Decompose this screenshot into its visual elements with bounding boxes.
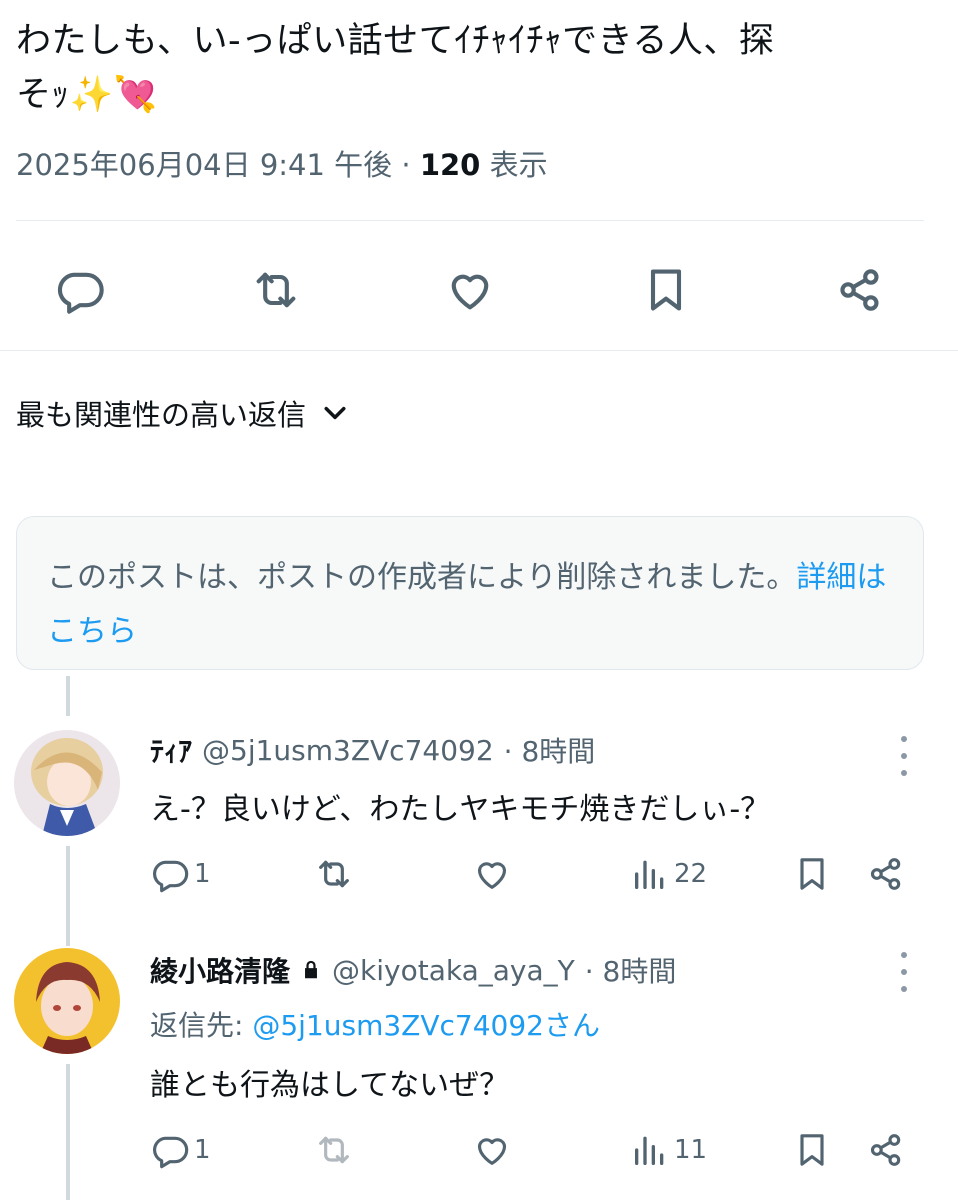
like-button[interactable] — [442, 262, 498, 318]
display-name[interactable]: 綾小路清隆 — [150, 950, 290, 990]
share-icon — [870, 858, 901, 890]
post-date[interactable]: 2025年06月04日 9:41 午後 — [16, 148, 392, 182]
share-button[interactable] — [866, 854, 906, 894]
bookmark-button[interactable] — [792, 1130, 832, 1170]
post-text: わたしも、い-っぱい話せてｲﾁｬｲﾁｬできる人、探 そｯ✨💘 — [16, 14, 936, 122]
views-count: 22 — [674, 859, 708, 889]
more-dot — [901, 952, 907, 958]
repost-icon — [319, 1136, 349, 1164]
thread-line — [66, 676, 70, 716]
more-options-button[interactable] — [894, 952, 914, 992]
heart-icon — [451, 274, 489, 310]
views-label: 表示 — [489, 148, 548, 182]
reply-icon — [57, 272, 104, 314]
repost-button[interactable] — [314, 854, 354, 894]
deleted-post-text: このポストは、ポストの作成者により削除されました。 — [47, 560, 797, 595]
share-button[interactable] — [832, 262, 888, 318]
reply-count: 1 — [194, 1135, 211, 1165]
bookmark-button[interactable] — [638, 262, 694, 318]
bookmark-button[interactable] — [792, 854, 832, 894]
share-button[interactable] — [866, 1130, 906, 1170]
more-dot — [901, 969, 907, 975]
replying-to: 返信先: @5j1usm3ZVc74092さん — [150, 1004, 600, 1044]
more-options-button[interactable] — [894, 736, 914, 776]
like-button[interactable] — [472, 854, 512, 894]
reply-sort-selector[interactable]: 最も関連性の高い返信 — [16, 392, 350, 434]
heart-icon — [477, 1138, 507, 1165]
bookmark-icon — [800, 858, 824, 890]
more-dot — [901, 753, 907, 759]
post-meta: 2025年06月04日 9:41 午後 · 120 表示 — [16, 142, 548, 184]
deleted-post-notice: このポストは、ポストの作成者により削除されました。詳細はこちら — [16, 516, 924, 670]
share-icon — [840, 269, 879, 311]
avatar[interactable] — [14, 730, 120, 836]
post-text-line2: そｯ — [16, 75, 70, 115]
lock-icon — [305, 960, 317, 979]
user-handle[interactable]: @kiyotaka_aya_Y — [332, 954, 575, 987]
views-count: 120 — [419, 148, 481, 182]
reply-time[interactable]: · 8時間 — [585, 950, 677, 990]
repost-button[interactable] — [248, 262, 304, 318]
more-dot — [901, 736, 907, 742]
bookmark-icon — [800, 1134, 824, 1166]
repost-icon — [256, 272, 296, 308]
views-count: 11 — [674, 1135, 708, 1165]
heart-arrow-emoji: 💘 — [113, 75, 158, 115]
reply-button[interactable]: 1 — [150, 854, 211, 894]
sparkles-emoji: ✨ — [69, 75, 114, 115]
reply-count: 1 — [194, 859, 211, 889]
thread-line — [66, 846, 70, 946]
more-dot — [901, 770, 907, 776]
repost-button[interactable] — [314, 1130, 354, 1170]
views-button[interactable]: 11 — [630, 1130, 707, 1170]
replying-to-label: 返信先: — [150, 1009, 253, 1042]
reply-text: 誰とも行為はしてないぜ？ — [150, 1068, 510, 1103]
repost-icon — [319, 860, 349, 888]
share-icon — [870, 1134, 901, 1166]
reply-time[interactable]: · 8時間 — [504, 730, 596, 770]
display-name[interactable]: ﾃｨｱ — [150, 730, 192, 770]
reply-button[interactable] — [52, 262, 108, 318]
avatar[interactable] — [14, 948, 120, 1054]
replying-to-link[interactable]: @5j1usm3ZVc74092さん — [252, 1009, 600, 1042]
like-button[interactable] — [472, 1130, 512, 1170]
divider — [16, 220, 924, 221]
divider — [0, 350, 958, 351]
chevron-down-icon — [324, 406, 346, 420]
post-text-line1: わたしも、い-っぱい話せてｲﾁｬｲﾁｬできる人、探 — [16, 21, 775, 61]
heart-icon — [477, 862, 507, 889]
views-button[interactable]: 22 — [630, 854, 707, 894]
user-handle[interactable]: @5j1usm3ZVc74092 — [202, 734, 494, 767]
views-bar-chart-icon — [635, 1136, 664, 1165]
more-dot — [901, 986, 907, 992]
reply-button[interactable]: 1 — [150, 1130, 211, 1170]
bookmark-icon — [650, 269, 682, 311]
thread-line — [66, 1064, 70, 1200]
meta-separator: · — [401, 148, 411, 182]
views-bar-chart-icon — [635, 860, 664, 889]
reply-text: え-？良いけど、わたしヤキモチ焼きだしぃ-？ — [150, 792, 771, 827]
reply-sort-label: 最も関連性の高い返信 — [16, 398, 307, 432]
reply-icon — [153, 860, 189, 893]
reply-icon — [153, 1136, 189, 1169]
